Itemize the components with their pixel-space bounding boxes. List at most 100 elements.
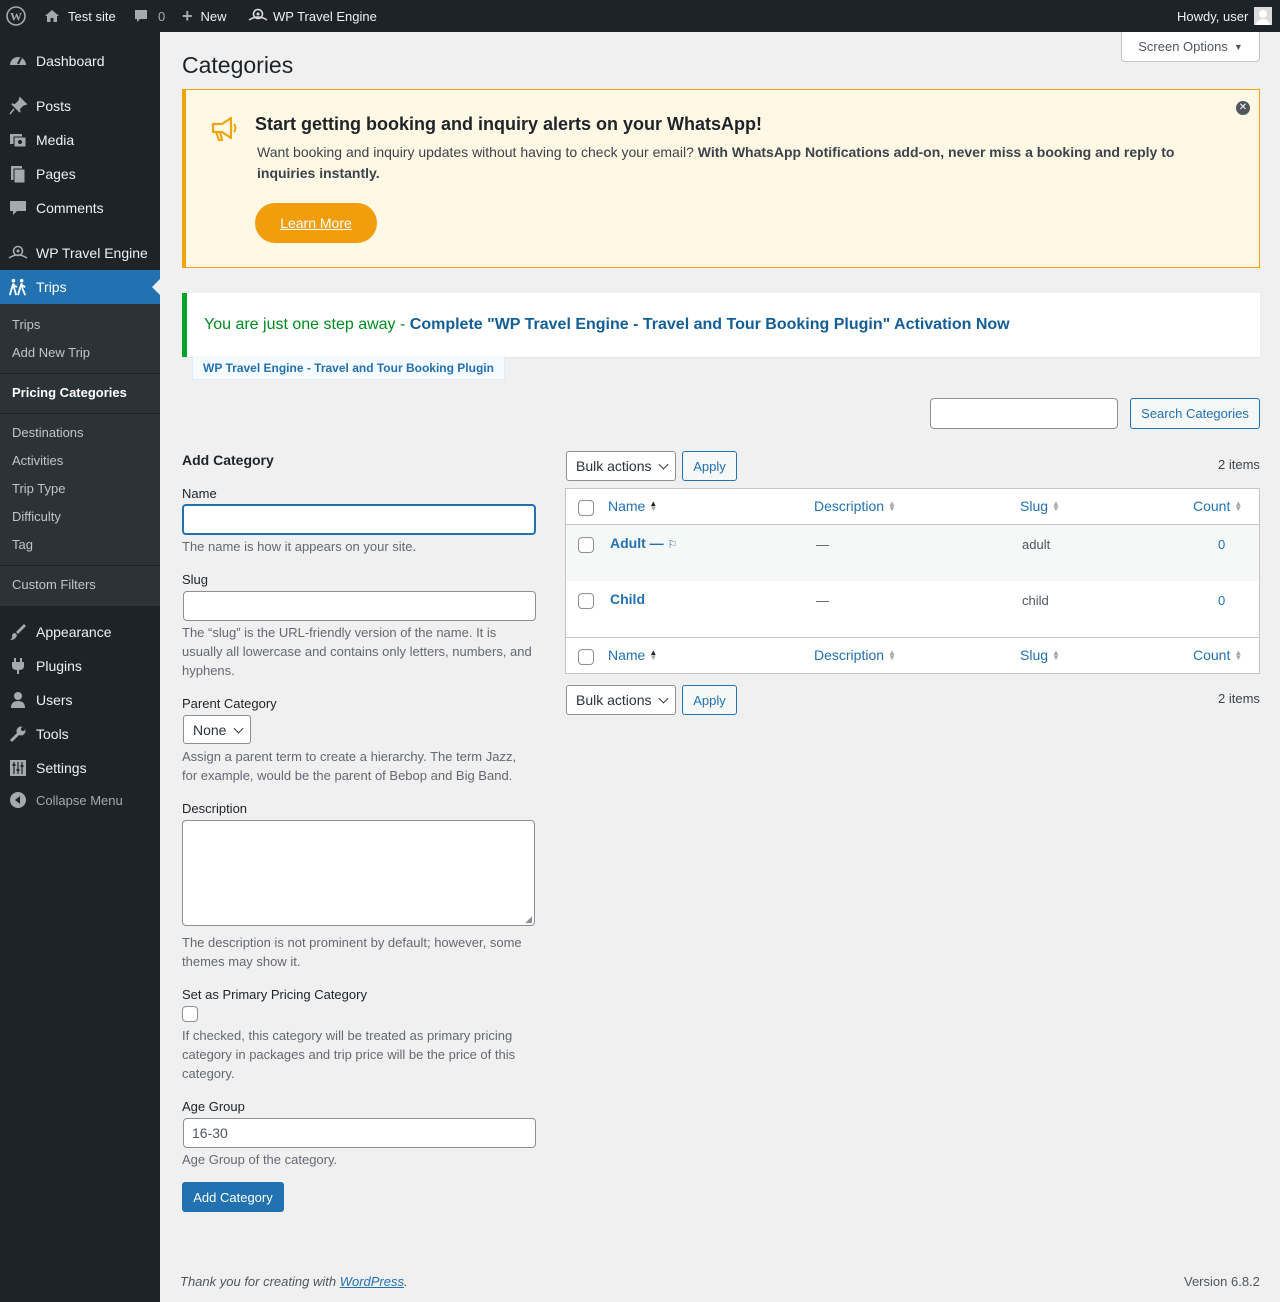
activation-notice: You are just one step away - Complete "W…	[182, 293, 1260, 357]
add-category-heading: Add Category	[182, 452, 274, 468]
menu-dashboard[interactable]: Dashboard	[0, 44, 160, 78]
menu-plugins[interactable]: Plugins	[0, 649, 160, 683]
submenu-trips[interactable]: Trips	[12, 317, 40, 332]
chevron-down-icon	[233, 723, 244, 734]
notice-text-plain: Want booking and inquiry updates without…	[257, 144, 698, 160]
row-checkbox[interactable]	[578, 537, 594, 553]
submenu-custom-filters[interactable]: Custom Filters	[12, 577, 96, 592]
column-count-header[interactable]: Count ▲ ▼	[1193, 498, 1242, 514]
sort-icon: ▲ ▼	[1052, 648, 1060, 662]
column-count-label: Count	[1193, 498, 1231, 514]
slug-field[interactable]	[183, 591, 536, 621]
menu-settings[interactable]: Settings	[0, 751, 160, 785]
activation-link[interactable]: Complete "WP Travel Engine - Travel and …	[410, 316, 1010, 333]
column-description-header[interactable]: Description ▲ ▼	[814, 647, 896, 663]
bulk-actions-select-bottom[interactable]: Bulk actions	[566, 685, 676, 715]
menu-appearance[interactable]: Appearance	[0, 615, 160, 649]
apply-button-top[interactable]: Apply	[682, 451, 737, 481]
name-field[interactable]	[182, 504, 536, 535]
column-description-label: Description	[814, 647, 885, 663]
footer-thanks: Thank you for creating with WordPress.	[180, 1274, 408, 1289]
bulk-actions-value: Bulk actions	[576, 692, 652, 708]
row-count-link[interactable]: 0	[1218, 593, 1225, 608]
menu-comments[interactable]: Comments	[0, 191, 160, 225]
home-icon	[44, 8, 60, 24]
add-category-button[interactable]: Add Category	[182, 1182, 284, 1212]
submenu-tag[interactable]: Tag	[12, 537, 33, 552]
description-textarea[interactable]: ◢	[182, 820, 535, 926]
screen-options-button[interactable]: Screen Options ▼	[1121, 32, 1260, 62]
avatar-silhouette-icon	[1259, 10, 1268, 18]
chevron-down-icon	[658, 693, 669, 704]
resize-handle-icon[interactable]: ◢	[525, 915, 532, 924]
submenu-pricing-categories[interactable]: Pricing Categories	[12, 385, 127, 400]
notice-title: Start getting booking and inquiry alerts…	[255, 114, 763, 134]
new-label: New	[200, 8, 227, 24]
collapse-menu-button[interactable]: Collapse Menu	[0, 783, 160, 817]
menu-posts[interactable]: Posts	[0, 89, 160, 123]
wordpress-logo-icon[interactable]: W	[6, 0, 26, 32]
primary-pricing-checkbox[interactable]	[182, 1006, 198, 1022]
site-name-link[interactable]: Test site	[44, 0, 116, 32]
row-checkbox[interactable]	[578, 593, 594, 609]
wp-travel-engine-link[interactable]: WP Travel Engine	[248, 0, 377, 32]
comments-link[interactable]: 0	[133, 0, 165, 32]
footer-thanks-suffix: .	[404, 1274, 408, 1289]
menu-trips[interactable]: Trips	[0, 270, 160, 304]
bulk-actions-select-top[interactable]: Bulk actions	[566, 451, 676, 481]
row-slug: child	[1022, 593, 1049, 608]
row-name-link[interactable]: Child	[610, 591, 645, 607]
column-name-label: Name	[608, 498, 646, 514]
row-count-link[interactable]: 0	[1218, 537, 1225, 552]
table-row: Child — child 0	[566, 581, 1259, 637]
apply-button-bottom[interactable]: Apply	[682, 685, 737, 715]
plus-icon: +	[182, 5, 193, 26]
column-slug-label: Slug	[1020, 647, 1049, 663]
wordpress-link[interactable]: WordPress	[340, 1274, 404, 1289]
submenu-separator	[0, 565, 160, 566]
age-group-field[interactable]: 16-30	[183, 1118, 536, 1148]
my-account-link[interactable]: Howdy, user	[1177, 0, 1273, 32]
search-categories-input[interactable]	[930, 398, 1118, 429]
comments-count: 0	[158, 8, 166, 24]
submenu-activities[interactable]: Activities	[12, 453, 63, 468]
column-count-header[interactable]: Count ▲ ▼	[1193, 647, 1242, 663]
submenu-destinations[interactable]: Destinations	[12, 425, 84, 440]
age-group-help: Age Group of the category.	[182, 1152, 338, 1167]
select-all-checkbox[interactable]	[578, 500, 594, 516]
menu-wp-travel-engine[interactable]: WP Travel Engine	[0, 236, 160, 270]
sort-icon: ▲ ▼	[888, 499, 896, 513]
submenu-difficulty[interactable]: Difficulty	[12, 509, 61, 524]
admin-bar: W Test site 0 + New WP Travel Engine How…	[0, 0, 1280, 32]
menu-tools[interactable]: Tools	[0, 717, 160, 751]
menu-pages[interactable]: Pages	[0, 157, 160, 191]
sort-icon: ▲ ▼	[1052, 499, 1060, 513]
column-name-header[interactable]: Name ▲ ▼	[608, 647, 657, 663]
submenu-trip-type[interactable]: Trip Type	[12, 481, 65, 496]
select-all-checkbox-bottom[interactable]	[578, 649, 594, 665]
column-slug-header[interactable]: Slug ▲ ▼	[1020, 498, 1060, 514]
current-menu-arrow-icon	[152, 279, 160, 295]
new-content-link[interactable]: + New	[182, 0, 227, 32]
media-camera-icon	[8, 130, 28, 150]
dismiss-notice-icon[interactable]: ✕	[1236, 101, 1250, 115]
column-name-header[interactable]: Name ▲ ▼	[608, 498, 657, 514]
column-slug-header[interactable]: Slug ▲ ▼	[1020, 647, 1060, 663]
row-name-link[interactable]: Adult — ⚐	[610, 535, 677, 551]
column-description-header[interactable]: Description ▲ ▼	[814, 498, 896, 514]
pushpin-icon	[8, 96, 28, 116]
menu-posts-label: Posts	[36, 98, 72, 114]
row-description: —	[816, 537, 829, 552]
submenu-add-new-trip[interactable]: Add New Trip	[12, 345, 90, 360]
menu-users[interactable]: Users	[0, 683, 160, 717]
avatar	[1254, 7, 1273, 25]
menu-trips-label: Trips	[36, 279, 67, 295]
collapse-menu-label: Collapse Menu	[36, 792, 123, 808]
parent-category-select[interactable]: None	[183, 715, 251, 744]
notice-text: Want booking and inquiry updates without…	[257, 142, 1217, 184]
sort-icon: ▲ ▼	[888, 648, 896, 662]
plugin-name-tab[interactable]: WP Travel Engine - Travel and Tour Booki…	[192, 356, 505, 380]
menu-media[interactable]: Media	[0, 123, 160, 157]
search-categories-button[interactable]: Search Categories	[1130, 398, 1260, 429]
learn-more-button[interactable]: Learn More	[255, 203, 377, 243]
